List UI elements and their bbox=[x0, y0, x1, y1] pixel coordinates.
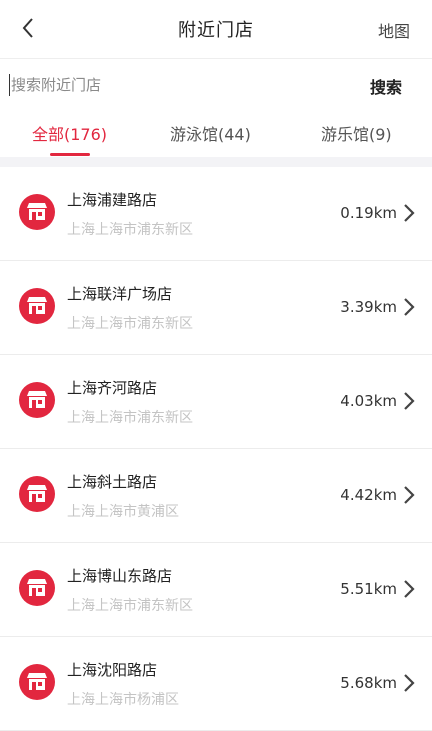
store-distance: 0.19km bbox=[340, 204, 397, 222]
list-item[interactable]: 上海沈阳路店 上海上海市杨浦区 5.68km bbox=[0, 637, 432, 731]
store-name: 上海博山东路店 bbox=[67, 567, 173, 585]
tab-label: 游泳馆(44) bbox=[170, 125, 251, 144]
section-divider bbox=[0, 157, 432, 167]
list-item[interactable]: 上海联洋广场店 上海上海市浦东新区 3.39km bbox=[0, 261, 432, 355]
store-icon bbox=[19, 570, 55, 606]
nav-bar: 附近门店 地图 bbox=[0, 0, 432, 56]
category-tabs: 全部(176) 游泳馆(44) 游乐馆(9) bbox=[0, 111, 432, 157]
tab-playground[interactable]: 游乐馆(9) bbox=[321, 121, 392, 145]
store-address: 上海上海市浦东新区 bbox=[67, 222, 193, 238]
tab-swimming[interactable]: 游泳馆(44) bbox=[170, 121, 251, 145]
tab-label: 游乐馆(9) bbox=[321, 125, 392, 144]
store-address: 上海上海市黄浦区 bbox=[67, 504, 179, 520]
store-icon bbox=[19, 382, 55, 418]
store-address: 上海上海市杨浦区 bbox=[67, 692, 179, 708]
store-list: 上海浦建路店 上海上海市浦东新区 0.19km 上海联洋广场店 上海上海市浦东新… bbox=[0, 167, 432, 731]
list-item[interactable]: 上海斜土路店 上海上海市黄浦区 4.42km bbox=[0, 449, 432, 543]
tab-all[interactable]: 全部(176) bbox=[32, 121, 108, 156]
chevron-right-icon bbox=[404, 204, 415, 222]
store-address: 上海上海市浦东新区 bbox=[67, 316, 193, 332]
store-distance: 3.39km bbox=[340, 298, 397, 316]
list-item[interactable]: 上海浦建路店 上海上海市浦东新区 0.19km bbox=[0, 167, 432, 261]
chevron-right-icon bbox=[404, 392, 415, 410]
store-name: 上海齐河路店 bbox=[67, 379, 158, 397]
map-button[interactable]: 地图 bbox=[378, 18, 410, 42]
search-button[interactable]: 搜索 bbox=[370, 74, 402, 98]
list-item[interactable]: 上海齐河路店 上海上海市浦东新区 4.03km bbox=[0, 355, 432, 449]
store-name: 上海联洋广场店 bbox=[67, 285, 173, 303]
store-distance: 5.68km bbox=[340, 674, 397, 692]
store-distance: 4.42km bbox=[340, 486, 397, 504]
chevron-right-icon bbox=[404, 486, 415, 504]
store-name: 上海浦建路店 bbox=[67, 191, 158, 209]
store-icon bbox=[19, 664, 55, 700]
search-bar: 搜索 bbox=[0, 58, 432, 112]
store-address: 上海上海市浦东新区 bbox=[67, 410, 193, 426]
store-address: 上海上海市浦东新区 bbox=[67, 598, 193, 614]
chevron-right-icon bbox=[404, 580, 415, 598]
active-tab-indicator bbox=[49, 153, 90, 156]
store-name: 上海斜土路店 bbox=[67, 473, 158, 491]
store-distance: 5.51km bbox=[340, 580, 397, 598]
search-input[interactable] bbox=[11, 71, 341, 99]
store-icon bbox=[19, 194, 55, 230]
tab-label: 全部(176) bbox=[32, 125, 108, 144]
text-cursor bbox=[9, 74, 10, 96]
page-title: 附近门店 bbox=[178, 20, 254, 41]
store-name: 上海沈阳路店 bbox=[67, 661, 158, 679]
store-distance: 4.03km bbox=[340, 392, 397, 410]
chevron-right-icon bbox=[404, 674, 415, 692]
store-icon bbox=[19, 476, 55, 512]
chevron-right-icon bbox=[404, 298, 415, 316]
list-item[interactable]: 上海博山东路店 上海上海市浦东新区 5.51km bbox=[0, 543, 432, 637]
store-icon bbox=[19, 288, 55, 324]
